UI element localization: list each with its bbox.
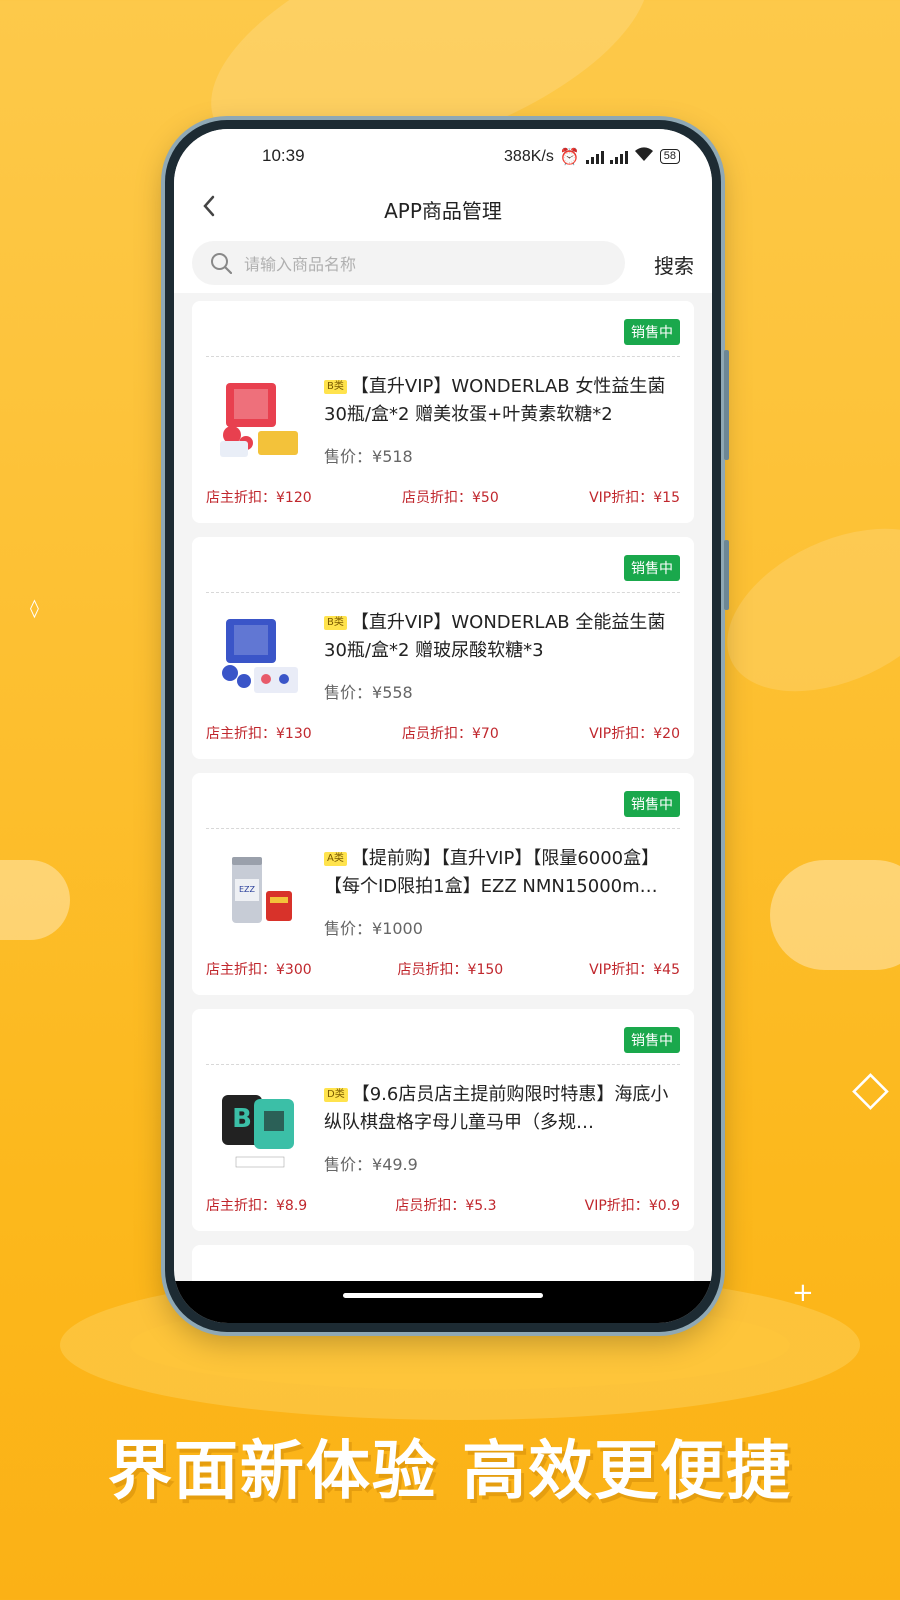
vip-discount: VIP折扣：¥20: [589, 726, 680, 742]
product-thumbnail[interactable]: [214, 373, 304, 463]
discount-row: 店主折扣：¥120 店员折扣：¥50 VIP折扣：¥15: [206, 487, 680, 507]
product-card-partial[interactable]: [192, 1245, 694, 1285]
page-title: APP商品管理: [384, 199, 502, 223]
search-box[interactable]: [192, 241, 625, 285]
sparkle-icon: ◇: [852, 1060, 889, 1116]
product-thumbnail[interactable]: [214, 609, 304, 699]
owner-discount: 店主折扣：¥120: [206, 490, 312, 506]
price-label: 售价：: [324, 447, 373, 466]
status-badge: 销售中: [624, 555, 680, 581]
product-price: 售价：¥1000: [324, 915, 423, 939]
vip-discount: VIP折扣：¥45: [589, 962, 680, 978]
staff-discount: 店员折扣：¥70: [402, 726, 499, 742]
phone-frame: 10:39 388K/s ⏰ 58 APP商品管理 请输入商品名称 搜索 销售中…: [165, 120, 729, 1332]
sparkle-icon: ◊: [30, 598, 39, 619]
battery-icon: 58: [659, 149, 680, 164]
product-image: [220, 383, 298, 457]
product-title[interactable]: B类 【直升VIP】WONDERLAB 女性益生菌30瓶/盒*2 赠美妆蛋+叶黄素…: [324, 373, 680, 429]
price-label: 售价：: [324, 919, 373, 938]
product-thumbnail[interactable]: EZZ: [214, 845, 304, 935]
product-title[interactable]: A类 【提前购】【直升VIP】【限量6000盒】【每个ID限拍1盒】EZZ NMN…: [324, 845, 680, 901]
product-title-text: 【提前购】【直升VIP】【限量6000盒】【每个ID限拍1盒】EZZ NMN15…: [324, 848, 660, 897]
product-card[interactable]: 销售中 B类 【直升VIP】WONDERLAB 全能益生菌30瓶/盒*2 赠玻尿酸…: [192, 537, 694, 759]
status-badge: 销售中: [624, 319, 680, 345]
vip-discount: VIP折扣：¥15: [589, 490, 680, 506]
phone-side-button: [724, 350, 729, 460]
home-indicator[interactable]: [343, 1293, 543, 1298]
status-icons: 388K/s ⏰ 58: [504, 146, 680, 167]
product-image: [222, 619, 298, 693]
status-badge: 销售中: [624, 791, 680, 817]
staff-discount: 店员折扣：¥50: [402, 490, 499, 506]
wifi-icon: [634, 146, 654, 167]
divider: [206, 592, 680, 593]
product-price: 售价：¥49.9: [324, 1151, 418, 1175]
product-image: EZZ: [232, 857, 292, 923]
svg-text:EZZ: EZZ: [239, 885, 256, 894]
price-label: 售价：: [324, 683, 373, 702]
network-speed: 388K/s: [504, 147, 554, 165]
discount-row: 店主折扣：¥8.9 店员折扣：¥5.3 VIP折扣：¥0.9: [206, 1195, 680, 1215]
product-price: 售价：¥558: [324, 679, 413, 703]
bg-blob: [701, 495, 900, 725]
nav-bar: APP商品管理: [174, 177, 712, 235]
search-row: 搜索: [174, 235, 712, 293]
vip-discount: VIP折扣：¥0.9: [584, 1198, 680, 1214]
alarm-icon: ⏰: [559, 148, 580, 166]
status-badge: 销售中: [624, 1027, 680, 1053]
svg-text:B: B: [232, 1104, 252, 1134]
search-icon: [211, 253, 232, 274]
staff-discount: 店员折扣：¥150: [397, 962, 504, 978]
product-card[interactable]: 销售中 EZZ A类 【提前购】【直升VIP】【限量6000盒】【每个ID限拍1盒…: [192, 773, 694, 995]
owner-discount: 店主折扣：¥300: [206, 962, 312, 978]
divider: [206, 356, 680, 357]
product-list: 销售中 B类 【直升VIP】WONDERLAB 女性益生菌30瓶/盒*2 赠美妆蛋…: [174, 293, 712, 1285]
signal-icon: [585, 150, 604, 164]
price-value: ¥49.9: [372, 1155, 418, 1174]
price-value: ¥518: [372, 447, 413, 466]
product-card[interactable]: 销售中 B类 【直升VIP】WONDERLAB 女性益生菌30瓶/盒*2 赠美妆蛋…: [192, 301, 694, 523]
price-label: 售价：: [324, 1155, 373, 1174]
category-tag: D类: [324, 1088, 348, 1102]
status-bar: 10:39 388K/s ⏰ 58: [174, 129, 712, 177]
divider: [206, 1064, 680, 1065]
product-price: 售价：¥518: [324, 443, 413, 467]
divider: [206, 828, 680, 829]
category-tag: B类: [324, 380, 347, 394]
product-title[interactable]: B类 【直升VIP】WONDERLAB 全能益生菌30瓶/盒*2 赠玻尿酸软糖*3: [324, 609, 680, 665]
bg-cloud-left: [0, 860, 70, 940]
product-card[interactable]: 销售中 B D类 【9.6店员店主提前购限时特惠】海底小纵队棋盘格字母儿童马甲（多…: [192, 1009, 694, 1231]
bg-cloud-right: [770, 860, 900, 970]
signal-icon: [609, 150, 628, 164]
staff-discount: 店员折扣：¥5.3: [395, 1198, 497, 1214]
status-time: 10:39: [262, 146, 305, 165]
phone-screen: 10:39 388K/s ⏰ 58 APP商品管理 请输入商品名称 搜索 销售中…: [174, 129, 712, 1323]
phone-side-button: [724, 540, 729, 610]
category-tag: B类: [324, 616, 347, 630]
discount-row: 店主折扣：¥130 店员折扣：¥70 VIP折扣：¥20: [206, 723, 680, 743]
product-title-text: 【直升VIP】WONDERLAB 女性益生菌30瓶/盒*2 赠美妆蛋+叶黄素软糖…: [324, 376, 666, 425]
search-button[interactable]: 搜索: [654, 250, 694, 279]
owner-discount: 店主折扣：¥8.9: [206, 1198, 308, 1214]
price-value: ¥1000: [372, 919, 423, 938]
product-title-text: 【9.6店员店主提前购限时特惠】海底小纵队棋盘格字母儿童马甲（多规…: [324, 1084, 669, 1133]
gesture-bar: [174, 1281, 712, 1323]
discount-row: 店主折扣：¥300 店员折扣：¥150 VIP折扣：¥45: [206, 959, 680, 979]
price-value: ¥558: [372, 683, 413, 702]
product-title[interactable]: D类 【9.6店员店主提前购限时特惠】海底小纵队棋盘格字母儿童马甲（多规…: [324, 1081, 680, 1137]
product-image: B: [222, 1095, 294, 1168]
slogan: 界面新体验 高效更便捷: [107, 1435, 793, 1509]
product-title-text: 【直升VIP】WONDERLAB 全能益生菌30瓶/盒*2 赠玻尿酸软糖*3: [324, 612, 666, 661]
category-tag: A类: [324, 852, 347, 866]
search-input[interactable]: [242, 249, 616, 279]
owner-discount: 店主折扣：¥130: [206, 726, 312, 742]
product-thumbnail[interactable]: B: [214, 1081, 304, 1171]
